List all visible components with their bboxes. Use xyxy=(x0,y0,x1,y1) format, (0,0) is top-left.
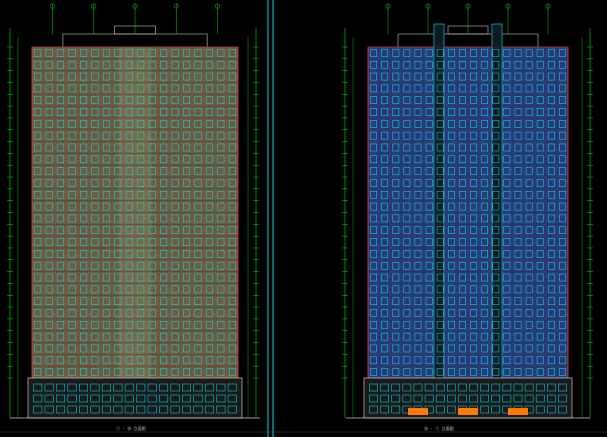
elevation-caption-right: ⑳ - ① 立面图 xyxy=(424,426,454,431)
entrance-canopy-1 xyxy=(458,408,478,415)
elevation-sheet-left xyxy=(7,3,260,419)
cad-drawing-canvas xyxy=(0,0,607,437)
entrance-canopy-0 xyxy=(408,408,428,415)
elevation-caption-left: ① - ⑳ 立面图 xyxy=(116,426,146,431)
entrance-canopy-2 xyxy=(508,408,528,415)
elevation-sheet-right xyxy=(342,3,593,419)
